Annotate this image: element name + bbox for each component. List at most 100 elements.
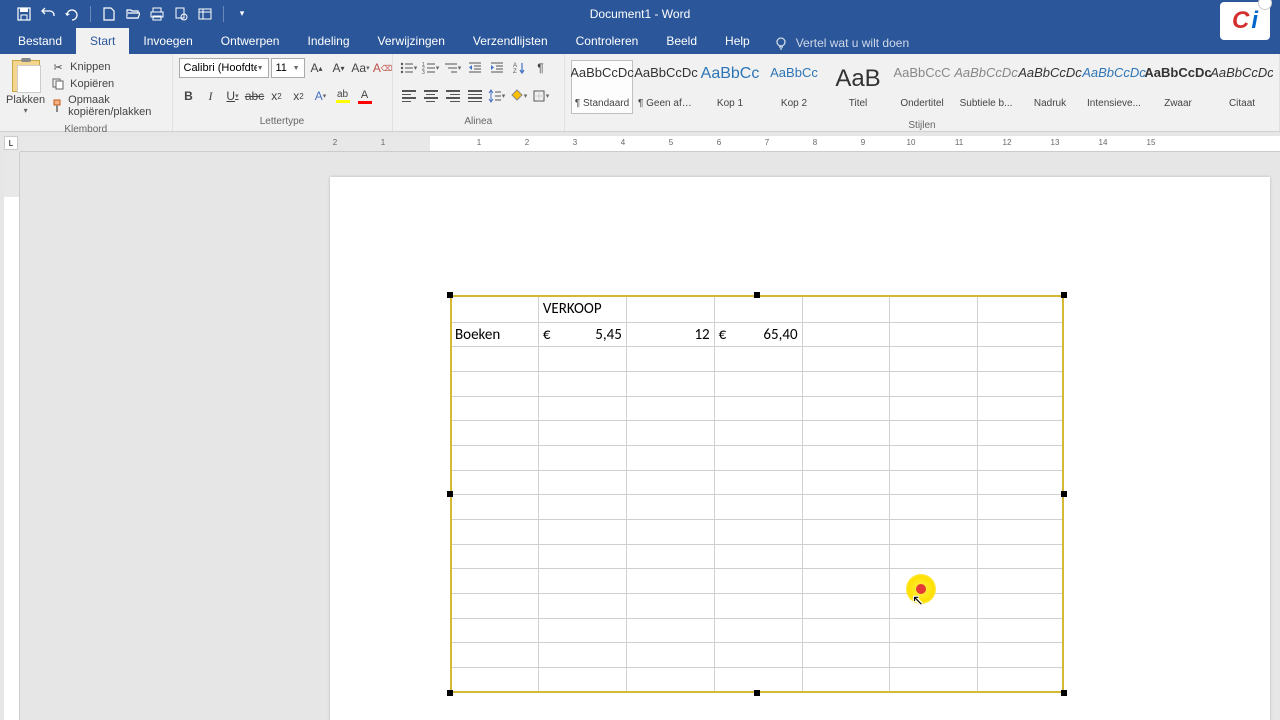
cut-button[interactable]: ✂ Knippen bbox=[51, 60, 165, 74]
resize-handle-ml[interactable] bbox=[447, 491, 453, 497]
style-titel[interactable]: AaB Titel bbox=[827, 60, 889, 114]
qat-customize-icon[interactable]: ▾ bbox=[234, 6, 250, 22]
quick-print-icon[interactable] bbox=[149, 6, 165, 22]
highlight-button[interactable]: ab bbox=[333, 86, 353, 106]
ruler-corner[interactable]: L bbox=[4, 136, 18, 150]
change-case-button[interactable]: Aa▾ bbox=[351, 58, 371, 78]
resize-handle-bm[interactable] bbox=[754, 690, 760, 696]
cell-boeken-label[interactable]: Boeken bbox=[451, 322, 539, 347]
tab-design[interactable]: Ontwerpen bbox=[207, 28, 294, 54]
ruler-tick: 6 bbox=[717, 138, 721, 147]
resize-handle-br[interactable] bbox=[1061, 690, 1067, 696]
style-geen-afstand[interactable]: AaBbCcDc ¶ Geen afs... bbox=[635, 60, 697, 114]
align-left-button[interactable] bbox=[399, 86, 419, 106]
line-spacing-button[interactable]: ▾ bbox=[487, 86, 507, 106]
ruler-tick: 5 bbox=[669, 138, 673, 147]
vertical-ruler[interactable] bbox=[4, 152, 20, 720]
tab-start[interactable]: Start bbox=[76, 28, 129, 54]
resize-handle-mr[interactable] bbox=[1061, 491, 1067, 497]
bold-button[interactable]: B bbox=[179, 86, 199, 106]
italic-button[interactable]: I bbox=[201, 86, 221, 106]
style-name-label: Citaat bbox=[1214, 98, 1270, 109]
style-gallery[interactable]: AaBbCcDc ¶ Standaard AaBbCcDc ¶ Geen afs… bbox=[571, 58, 1273, 114]
strikethrough-button[interactable]: abc bbox=[245, 86, 265, 106]
style-standaard[interactable]: AaBbCcDc ¶ Standaard bbox=[571, 60, 633, 114]
subscript-button[interactable]: x2 bbox=[267, 86, 287, 106]
numbering-button[interactable]: 123▾ bbox=[421, 58, 441, 78]
resize-handle-tm[interactable] bbox=[754, 292, 760, 298]
borders-button[interactable]: ▾ bbox=[531, 86, 551, 106]
style-kop1[interactable]: AaBbCc Kop 1 bbox=[699, 60, 761, 114]
qat-sheet-icon[interactable] bbox=[197, 6, 213, 22]
tell-me-search[interactable]: Vertel wat u wilt doen bbox=[764, 32, 919, 54]
grow-font-button[interactable]: A▴ bbox=[307, 58, 327, 78]
style-name-label: Titel bbox=[830, 98, 886, 109]
undo-icon[interactable] bbox=[40, 6, 56, 22]
paste-button[interactable]: Plakken ▾ bbox=[6, 58, 45, 115]
shrink-font-button[interactable]: A▾ bbox=[329, 58, 349, 78]
tell-me-placeholder: Vertel wat u wilt doen bbox=[796, 36, 909, 50]
save-icon[interactable] bbox=[16, 6, 32, 22]
scissors-icon: ✂ bbox=[51, 60, 65, 74]
tab-insert[interactable]: Invoegen bbox=[129, 28, 206, 54]
tab-layout[interactable]: Indeling bbox=[293, 28, 363, 54]
shading-button[interactable]: ▾ bbox=[509, 86, 529, 106]
tab-references[interactable]: Verwijzingen bbox=[364, 28, 459, 54]
align-right-button[interactable] bbox=[443, 86, 463, 106]
print-preview-icon[interactable] bbox=[173, 6, 189, 22]
increase-indent-button[interactable] bbox=[487, 58, 507, 78]
style-intensieve[interactable]: AaBbCcDc Intensieve... bbox=[1083, 60, 1145, 114]
ruler-tick: 14 bbox=[1099, 138, 1108, 147]
tab-file[interactable]: Bestand bbox=[4, 28, 76, 54]
style-citaat[interactable]: AaBbCcDc Citaat bbox=[1211, 60, 1273, 114]
underline-button[interactable]: U▾ bbox=[223, 86, 243, 106]
horizontal-ruler[interactable]: 21123456789101112131415 bbox=[20, 136, 1280, 152]
tab-view[interactable]: Beeld bbox=[652, 28, 711, 54]
bullets-button[interactable]: ▾ bbox=[399, 58, 419, 78]
superscript-button[interactable]: x2 bbox=[289, 86, 309, 106]
resize-handle-tr[interactable] bbox=[1061, 292, 1067, 298]
table-row: Boeken € 5,45 12 € 65,40 bbox=[451, 322, 1064, 347]
style-name-label: Nadruk bbox=[1022, 98, 1078, 109]
resize-handle-tl[interactable] bbox=[447, 292, 453, 298]
cell-total[interactable]: € 65,40 bbox=[714, 322, 802, 347]
resize-handle-bl[interactable] bbox=[447, 690, 453, 696]
style-subtiele[interactable]: AaBbCcDc Subtiele b... bbox=[955, 60, 1017, 114]
redo-icon[interactable] bbox=[64, 6, 80, 22]
cell-header-verkoop[interactable]: VERKOOP bbox=[538, 296, 626, 323]
ruler-tick: 2 bbox=[333, 138, 337, 147]
ruler-tick: 7 bbox=[765, 138, 769, 147]
sort-button[interactable]: AZ bbox=[509, 58, 529, 78]
embedded-spreadsheet-object[interactable]: VERKOOP Boeken € 5,45 12 € bbox=[450, 295, 1064, 693]
currency-symbol: € bbox=[719, 326, 727, 344]
ruler-tick: 2 bbox=[525, 138, 529, 147]
open-icon[interactable] bbox=[125, 6, 141, 22]
show-marks-button[interactable]: ¶ bbox=[531, 58, 551, 78]
style-kop2[interactable]: AaBbCc Kop 2 bbox=[763, 60, 825, 114]
new-doc-icon[interactable] bbox=[101, 6, 117, 22]
text-effects-button[interactable]: A▾ bbox=[311, 86, 331, 106]
justify-button[interactable] bbox=[465, 86, 485, 106]
tab-mailings[interactable]: Verzendlijsten bbox=[459, 28, 562, 54]
style-ondertitel[interactable]: AaBbCcC Ondertitel bbox=[891, 60, 953, 114]
page[interactable]: VERKOOP Boeken € 5,45 12 € bbox=[330, 177, 1270, 720]
format-painter-button[interactable]: Opmaak kopiëren/plakken bbox=[51, 94, 165, 118]
font-color-button[interactable]: A bbox=[355, 86, 375, 106]
align-center-button[interactable] bbox=[421, 86, 441, 106]
copy-button[interactable]: Kopiëren bbox=[51, 77, 165, 91]
cell-qty[interactable]: 12 bbox=[626, 322, 714, 347]
multilevel-list-button[interactable]: ▾ bbox=[443, 58, 463, 78]
group-styles: AaBbCcDc ¶ Standaard AaBbCcDc ¶ Geen afs… bbox=[565, 54, 1280, 131]
style-zwaar[interactable]: AaBbCcDc Zwaar bbox=[1147, 60, 1209, 114]
style-name-label: Zwaar bbox=[1150, 98, 1206, 109]
decrease-indent-button[interactable] bbox=[465, 58, 485, 78]
font-name-combo[interactable]: Calibri (Hoofdtekst) ▼ bbox=[179, 58, 269, 78]
style-nadruk[interactable]: AaBbCcDc Nadruk bbox=[1019, 60, 1081, 114]
group-paragraph: ▾ 123▾ ▾ AZ ¶ bbox=[393, 54, 566, 131]
tab-review[interactable]: Controleren bbox=[562, 28, 653, 54]
ruler-tick: 11 bbox=[955, 138, 963, 147]
tab-help[interactable]: Help bbox=[711, 28, 764, 54]
cell-price[interactable]: € 5,45 bbox=[538, 322, 626, 347]
font-size-combo[interactable]: 11 ▼ bbox=[271, 58, 305, 78]
clear-formatting-button[interactable]: A⌫ bbox=[373, 58, 393, 78]
